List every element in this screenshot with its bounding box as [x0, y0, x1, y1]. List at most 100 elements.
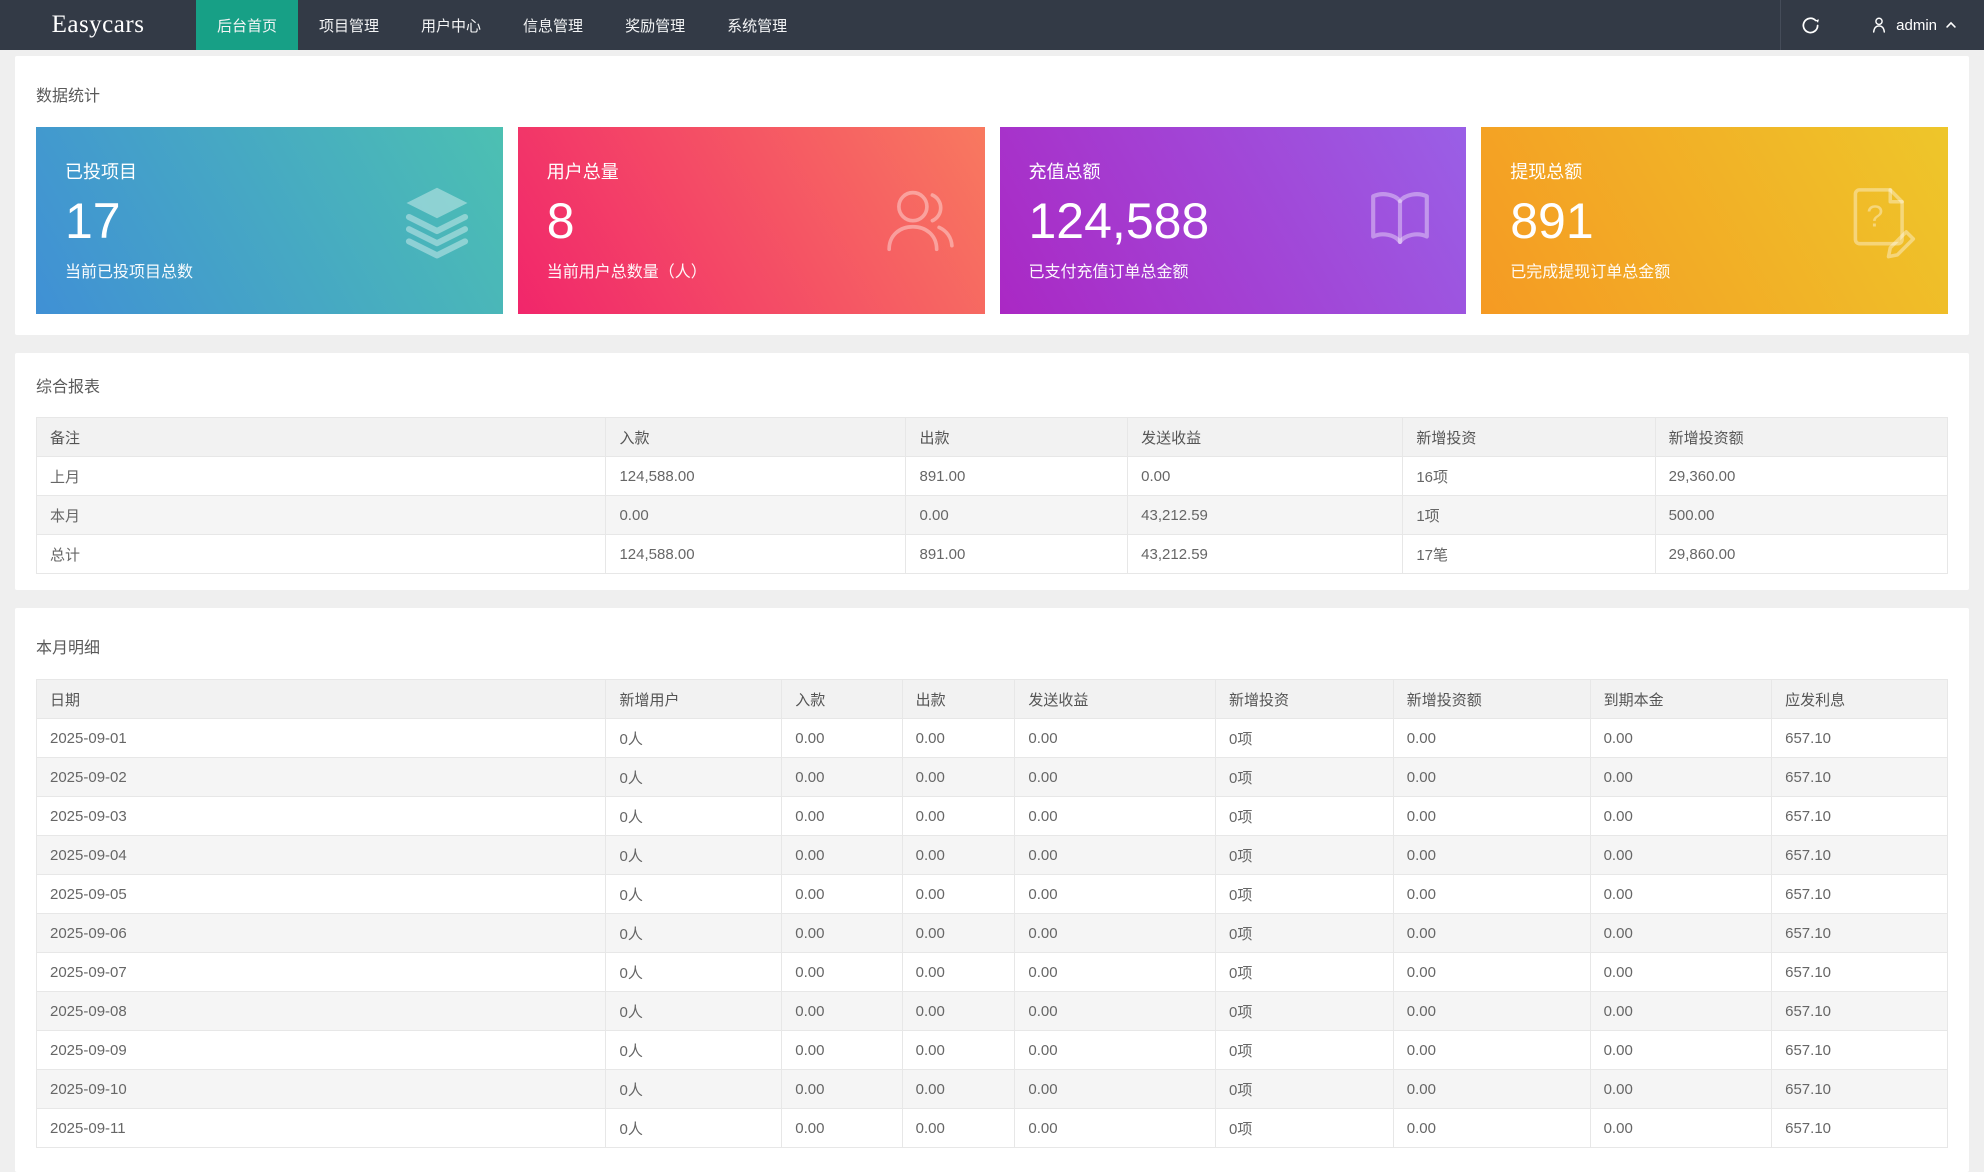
table-cell: 657.10: [1772, 875, 1948, 914]
table-row: 2025-09-010人0.000.000.000项0.000.00657.10: [37, 719, 1948, 758]
username: admin: [1896, 17, 1937, 34]
stat-card-desc: 已支付充值订单总金额: [1029, 262, 1467, 283]
refresh-icon: [1801, 16, 1820, 35]
table-cell: 2025-09-01: [37, 719, 606, 758]
nav-tab-系统管理[interactable]: 系统管理: [706, 0, 808, 50]
table-cell: 0.00: [1590, 1109, 1772, 1148]
stat-card: 提现总额891已完成提现订单总金额?: [1481, 127, 1948, 314]
stat-card-desc: 已完成提现订单总金额: [1510, 262, 1948, 283]
table-cell: 2025-09-02: [37, 758, 606, 797]
table-cell: 0人: [606, 875, 782, 914]
column-header: 日期: [37, 680, 606, 719]
stat-card: 用户总量8当前用户总数量（人）: [518, 127, 985, 314]
table-cell: 0.00: [782, 914, 902, 953]
table-cell: 0.00: [1393, 953, 1590, 992]
nav-tab-后台首页[interactable]: 后台首页: [196, 0, 298, 50]
table-cell: 0.00: [782, 1070, 902, 1109]
table-cell: 0人: [606, 992, 782, 1031]
table-cell: 0.00: [902, 953, 1015, 992]
table-cell: 0.00: [1393, 758, 1590, 797]
table-cell: 0人: [606, 758, 782, 797]
table-cell: 0.00: [1393, 914, 1590, 953]
nav-right: admin: [1780, 0, 1984, 50]
table-cell: 0.00: [782, 1031, 902, 1070]
table-row: 2025-09-040人0.000.000.000项0.000.00657.10: [37, 836, 1948, 875]
table-cell: 657.10: [1772, 992, 1948, 1031]
stat-card-value: 891: [1510, 193, 1948, 249]
table-cell: 2025-09-03: [37, 797, 606, 836]
table-cell: 43,212.59: [1128, 535, 1403, 574]
table-cell: 0.00: [902, 875, 1015, 914]
column-header: 新增投资: [1216, 680, 1394, 719]
table-cell: 0.00: [902, 992, 1015, 1031]
table-cell: 2025-09-06: [37, 914, 606, 953]
table-cell: 0.00: [1393, 1031, 1590, 1070]
table-cell: 0.00: [782, 992, 902, 1031]
nav-tab-奖励管理[interactable]: 奖励管理: [604, 0, 706, 50]
table-cell: 657.10: [1772, 836, 1948, 875]
table-cell: 0项: [1216, 914, 1394, 953]
table-cell: 0.00: [1015, 1109, 1216, 1148]
table-cell: 0.00: [1015, 1070, 1216, 1109]
stat-card-content: 提现总额891已完成提现订单总金额: [1481, 127, 1948, 283]
table-cell: 0.00: [782, 836, 902, 875]
table-cell: 0项: [1216, 875, 1394, 914]
table-cell: 0.00: [1590, 953, 1772, 992]
chevron-up-icon: [1944, 18, 1958, 32]
stats-panel-title: 数据统计: [36, 86, 1948, 108]
nav-tabs: 后台首页项目管理用户中心信息管理奖励管理系统管理: [196, 0, 808, 50]
refresh-button[interactable]: [1780, 0, 1839, 50]
table-cell: 29,860.00: [1655, 535, 1947, 574]
table-cell: 0.00: [782, 758, 902, 797]
table-cell: 657.10: [1772, 797, 1948, 836]
column-header: 发送收益: [1128, 418, 1403, 457]
table-cell: 657.10: [1772, 953, 1948, 992]
table-row: 2025-09-110人0.000.000.000项0.000.00657.10: [37, 1109, 1948, 1148]
user-menu[interactable]: admin: [1839, 0, 1984, 50]
table-cell: 0.00: [1015, 875, 1216, 914]
table-row: 本月0.000.0043,212.591项500.00: [37, 496, 1948, 535]
nav-tab-信息管理[interactable]: 信息管理: [502, 0, 604, 50]
table-cell: 0人: [606, 1109, 782, 1148]
table-row: 2025-09-030人0.000.000.000项0.000.00657.10: [37, 797, 1948, 836]
column-header: 发送收益: [1015, 680, 1216, 719]
column-header: 出款: [906, 418, 1128, 457]
table-cell: 0.00: [1015, 914, 1216, 953]
table-row: 2025-09-060人0.000.000.000项0.000.00657.10: [37, 914, 1948, 953]
table-cell: 0.00: [1590, 719, 1772, 758]
column-header: 入款: [606, 418, 906, 457]
table-cell: 0.00: [1590, 1070, 1772, 1109]
table-cell: 0.00: [1590, 1031, 1772, 1070]
stat-card-desc: 当前已投项目总数: [65, 262, 503, 283]
column-header: 新增投资额: [1655, 418, 1947, 457]
table-cell: 本月: [37, 496, 606, 535]
table-cell: 0.00: [902, 914, 1015, 953]
table-cell: 0.00: [782, 797, 902, 836]
table-cell: 0项: [1216, 1031, 1394, 1070]
nav-tab-用户中心[interactable]: 用户中心: [400, 0, 502, 50]
table-cell: 0.00: [1590, 758, 1772, 797]
table-cell: 0人: [606, 953, 782, 992]
table-cell: 0项: [1216, 797, 1394, 836]
table-cell: 0项: [1216, 719, 1394, 758]
table-cell: 0.00: [1393, 1070, 1590, 1109]
table-cell: 0项: [1216, 1109, 1394, 1148]
column-header: 出款: [902, 680, 1015, 719]
detail-panel-title: 本月明细: [36, 638, 1948, 660]
table-cell: 1项: [1403, 496, 1655, 535]
stat-card-label: 充值总额: [1029, 160, 1467, 184]
detail-panel: 本月明细 日期新增用户入款出款发送收益新增投资新增投资额到期本金应发利息2025…: [15, 608, 1969, 1172]
table-cell: 891.00: [906, 535, 1128, 574]
table-cell: 2025-09-07: [37, 953, 606, 992]
table-cell: 0项: [1216, 836, 1394, 875]
table-cell: 657.10: [1772, 1031, 1948, 1070]
table-row: 总计124,588.00891.0043,212.5917笔29,860.00: [37, 535, 1948, 574]
table-cell: 124,588.00: [606, 457, 906, 496]
stat-card-label: 已投项目: [65, 160, 503, 184]
table-header-row: 日期新增用户入款出款发送收益新增投资新增投资额到期本金应发利息: [37, 680, 1948, 719]
nav-tab-项目管理[interactable]: 项目管理: [298, 0, 400, 50]
stat-card-value: 8: [547, 193, 985, 249]
summary-panel: 综合报表 备注入款出款发送收益新增投资新增投资额上月124,588.00891.…: [15, 353, 1969, 590]
table-cell: 2025-09-05: [37, 875, 606, 914]
table-cell: 657.10: [1772, 1109, 1948, 1148]
